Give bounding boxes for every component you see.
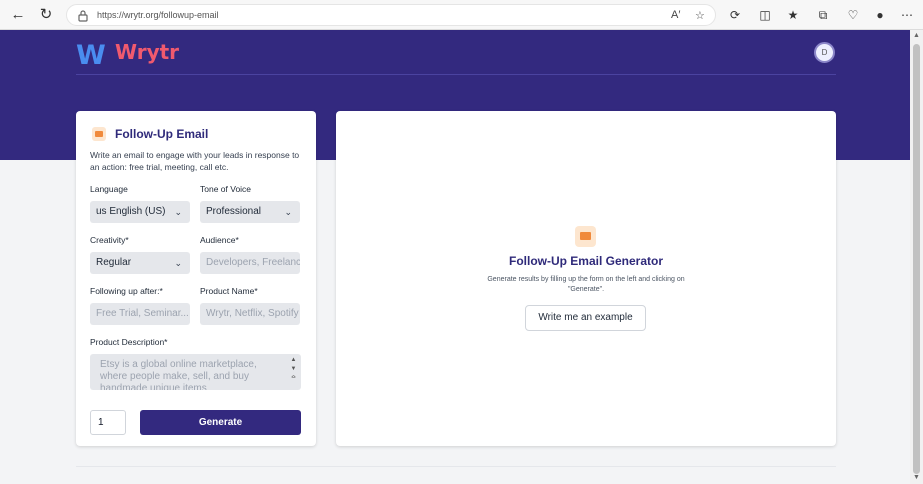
form-title: Follow-Up Email xyxy=(115,127,209,141)
product-name-input[interactable]: Wrytr, Netflix, Spotify xyxy=(200,303,300,325)
url-text[interactable]: https://wrytr.org/followup-email xyxy=(97,10,219,20)
reload-icon[interactable]: ↻ xyxy=(37,6,55,24)
textarea-scroll-arrows-icon[interactable]: ▲ ▼ ≏ xyxy=(289,356,298,383)
health-icon[interactable]: ♡ xyxy=(845,7,861,23)
scroll-down-icon[interactable]: ▼ xyxy=(912,474,921,481)
scroll-up-icon[interactable]: ▲ xyxy=(912,32,921,39)
lock-icon xyxy=(78,10,88,22)
split-screen-icon[interactable]: ◫ xyxy=(757,7,773,23)
collections-icon[interactable]: ⧉ xyxy=(815,7,831,23)
profile-icon[interactable]: ● xyxy=(872,7,888,23)
logo-mark[interactable]: W xyxy=(76,40,106,71)
email-icon xyxy=(575,226,596,247)
generate-button[interactable]: Generate xyxy=(140,410,301,435)
logo-text[interactable]: Wrytr xyxy=(115,40,179,64)
form-description: Write an email to engage with your leads… xyxy=(90,150,300,172)
email-icon xyxy=(92,127,106,141)
product-name-label: Product Name* xyxy=(200,286,258,296)
browser-toolbar: ← ↻ https://wrytr.org/followup-email A′ … xyxy=(0,0,923,30)
creativity-label: Creativity* xyxy=(90,235,129,245)
tone-value: Professional xyxy=(206,206,262,217)
header-divider xyxy=(76,74,836,75)
back-icon[interactable]: ← xyxy=(9,6,27,24)
result-subtitle: Generate results by filling up the form … xyxy=(487,276,685,293)
tone-select[interactable]: Professional ⌄ xyxy=(200,201,300,223)
chevron-down-icon: ⌄ xyxy=(284,207,292,217)
chevron-down-icon: ⌄ xyxy=(174,207,182,217)
avatar[interactable]: D xyxy=(814,42,835,63)
read-aloud-icon[interactable]: A′ xyxy=(671,9,680,21)
extension-icon[interactable]: ⟳ xyxy=(727,7,743,23)
product-description-placeholder: Etsy is a global online marketplace, whe… xyxy=(100,359,257,390)
audience-input[interactable]: Developers, Freelancers xyxy=(200,252,300,274)
email-form-card: Follow-Up Email Write an email to engage… xyxy=(76,111,316,446)
menu-ellipsis-icon[interactable]: ⋯ xyxy=(899,7,915,23)
quantity-stepper[interactable]: 1 xyxy=(90,410,126,435)
product-description-label: Product Description* xyxy=(90,337,168,347)
chevron-down-icon: ⌄ xyxy=(174,258,182,268)
product-description-textarea[interactable]: Etsy is a global online marketplace, whe… xyxy=(90,354,301,390)
tone-label: Tone of Voice xyxy=(200,184,252,194)
creativity-value: Regular xyxy=(96,257,132,268)
footer-divider xyxy=(76,466,836,467)
result-title: Follow-Up Email Generator xyxy=(508,254,664,268)
language-select[interactable]: us English (US) ⌄ xyxy=(90,201,190,223)
write-example-button[interactable]: Write me an example xyxy=(525,305,646,331)
result-panel: Follow-Up Email Generator Generate resul… xyxy=(336,111,836,446)
favorite-star-icon[interactable]: ☆ xyxy=(695,9,705,22)
creativity-select[interactable]: Regular ⌄ xyxy=(90,252,190,274)
language-value: us English (US) xyxy=(96,206,166,217)
address-bar[interactable]: https://wrytr.org/followup-email A′ ☆ xyxy=(66,4,716,26)
audience-label: Audience* xyxy=(200,235,239,245)
following-label: Following up after:* xyxy=(90,286,163,296)
favorites-icon[interactable]: ★ xyxy=(785,7,801,23)
language-label: Language xyxy=(90,184,128,194)
page-scrollbar[interactable]: ▲ ▼ xyxy=(910,30,923,484)
scrollbar-thumb[interactable] xyxy=(913,44,920,474)
following-up-input[interactable]: Free Trial, Seminar... xyxy=(90,303,190,325)
